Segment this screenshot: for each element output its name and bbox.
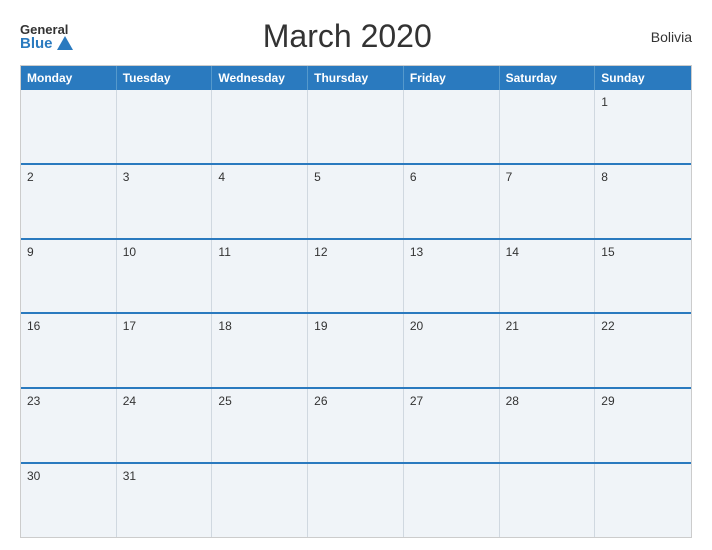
- calendar-cell: [308, 464, 404, 537]
- day-number: 6: [410, 170, 417, 184]
- day-number: 19: [314, 319, 327, 333]
- day-number: 17: [123, 319, 136, 333]
- calendar-cell: 10: [117, 240, 213, 313]
- calendar-cell: 7: [500, 165, 596, 238]
- country-label: Bolivia: [622, 29, 692, 45]
- calendar-cell: 2: [21, 165, 117, 238]
- calendar-row-0: 1: [21, 90, 691, 163]
- day-number: 2: [27, 170, 34, 184]
- header-cell-friday: Friday: [404, 66, 500, 90]
- calendar-row-3: 16 17 18 19 20 21 22: [21, 312, 691, 387]
- day-number: 28: [506, 394, 519, 408]
- calendar-cell: 18: [212, 314, 308, 387]
- header-cell-tuesday: Tuesday: [117, 66, 213, 90]
- day-number: 25: [218, 394, 231, 408]
- calendar-cell: [595, 464, 691, 537]
- header-cell-thursday: Thursday: [308, 66, 404, 90]
- calendar-cell: 1: [595, 90, 691, 163]
- calendar-cell: 14: [500, 240, 596, 313]
- calendar-grid: MondayTuesdayWednesdayThursdayFridaySatu…: [20, 65, 692, 538]
- day-number: 1: [601, 95, 608, 109]
- day-number: 15: [601, 245, 614, 259]
- calendar-cell: [212, 90, 308, 163]
- calendar-cell: 17: [117, 314, 213, 387]
- logo-general-text: General: [20, 23, 68, 36]
- header-cell-monday: Monday: [21, 66, 117, 90]
- day-number: 31: [123, 469, 136, 483]
- calendar-cell: [500, 464, 596, 537]
- calendar-cell: [404, 464, 500, 537]
- calendar-cell: 9: [21, 240, 117, 313]
- header-cell-sunday: Sunday: [595, 66, 691, 90]
- calendar-cell: [21, 90, 117, 163]
- day-number: 7: [506, 170, 513, 184]
- calendar-cell: 22: [595, 314, 691, 387]
- calendar-row-4: 23 24 25 26 27 28 29: [21, 387, 691, 462]
- calendar-cell: 28: [500, 389, 596, 462]
- calendar-cell: 30: [21, 464, 117, 537]
- day-number: 4: [218, 170, 225, 184]
- day-number: 29: [601, 394, 614, 408]
- calendar-row-5: 30 31: [21, 462, 691, 537]
- calendar-page: General Blue March 2020 Bolivia MondayTu…: [0, 0, 712, 550]
- day-number: 26: [314, 394, 327, 408]
- calendar-row-1: 2 3 4 5 6 7 8: [21, 163, 691, 238]
- calendar-cell: 13: [404, 240, 500, 313]
- day-number: 5: [314, 170, 321, 184]
- calendar-cell: 12: [308, 240, 404, 313]
- day-number: 10: [123, 245, 136, 259]
- day-number: 20: [410, 319, 423, 333]
- calendar-cell: 11: [212, 240, 308, 313]
- day-number: 13: [410, 245, 423, 259]
- header: General Blue March 2020 Bolivia: [20, 18, 692, 55]
- calendar-cell: 8: [595, 165, 691, 238]
- calendar-cell: [404, 90, 500, 163]
- day-number: 9: [27, 245, 34, 259]
- header-cell-wednesday: Wednesday: [212, 66, 308, 90]
- calendar-cell: [500, 90, 596, 163]
- calendar-body: 1234567891011121314151617181920212223242…: [21, 90, 691, 537]
- calendar-cell: 27: [404, 389, 500, 462]
- calendar-cell: [308, 90, 404, 163]
- calendar-cell: 19: [308, 314, 404, 387]
- calendar-cell: 5: [308, 165, 404, 238]
- calendar-cell: 21: [500, 314, 596, 387]
- day-number: 12: [314, 245, 327, 259]
- day-number: 23: [27, 394, 40, 408]
- day-number: 22: [601, 319, 614, 333]
- day-number: 3: [123, 170, 130, 184]
- calendar-title: March 2020: [73, 18, 622, 55]
- calendar-cell: [212, 464, 308, 537]
- logo-triangle-icon: [57, 36, 73, 50]
- calendar-cell: 23: [21, 389, 117, 462]
- calendar-cell: 26: [308, 389, 404, 462]
- day-number: 14: [506, 245, 519, 259]
- calendar-cell: 15: [595, 240, 691, 313]
- calendar-cell: 31: [117, 464, 213, 537]
- day-number: 16: [27, 319, 40, 333]
- day-number: 21: [506, 319, 519, 333]
- calendar-cell: 25: [212, 389, 308, 462]
- logo-blue-text: Blue: [20, 36, 73, 51]
- calendar-cell: 16: [21, 314, 117, 387]
- calendar-cell: 24: [117, 389, 213, 462]
- calendar-cell: 4: [212, 165, 308, 238]
- day-number: 18: [218, 319, 231, 333]
- logo: General Blue: [20, 23, 73, 51]
- day-number: 27: [410, 394, 423, 408]
- calendar-row-2: 9 10 11 12 13 14 15: [21, 238, 691, 313]
- header-cell-saturday: Saturday: [500, 66, 596, 90]
- calendar-cell: [117, 90, 213, 163]
- day-number: 11: [218, 245, 230, 259]
- day-number: 8: [601, 170, 608, 184]
- calendar-cell: 29: [595, 389, 691, 462]
- calendar-cell: 20: [404, 314, 500, 387]
- day-number: 30: [27, 469, 40, 483]
- day-number: 24: [123, 394, 136, 408]
- calendar-cell: 6: [404, 165, 500, 238]
- calendar-cell: 3: [117, 165, 213, 238]
- calendar-header-row: MondayTuesdayWednesdayThursdayFridaySatu…: [21, 66, 691, 90]
